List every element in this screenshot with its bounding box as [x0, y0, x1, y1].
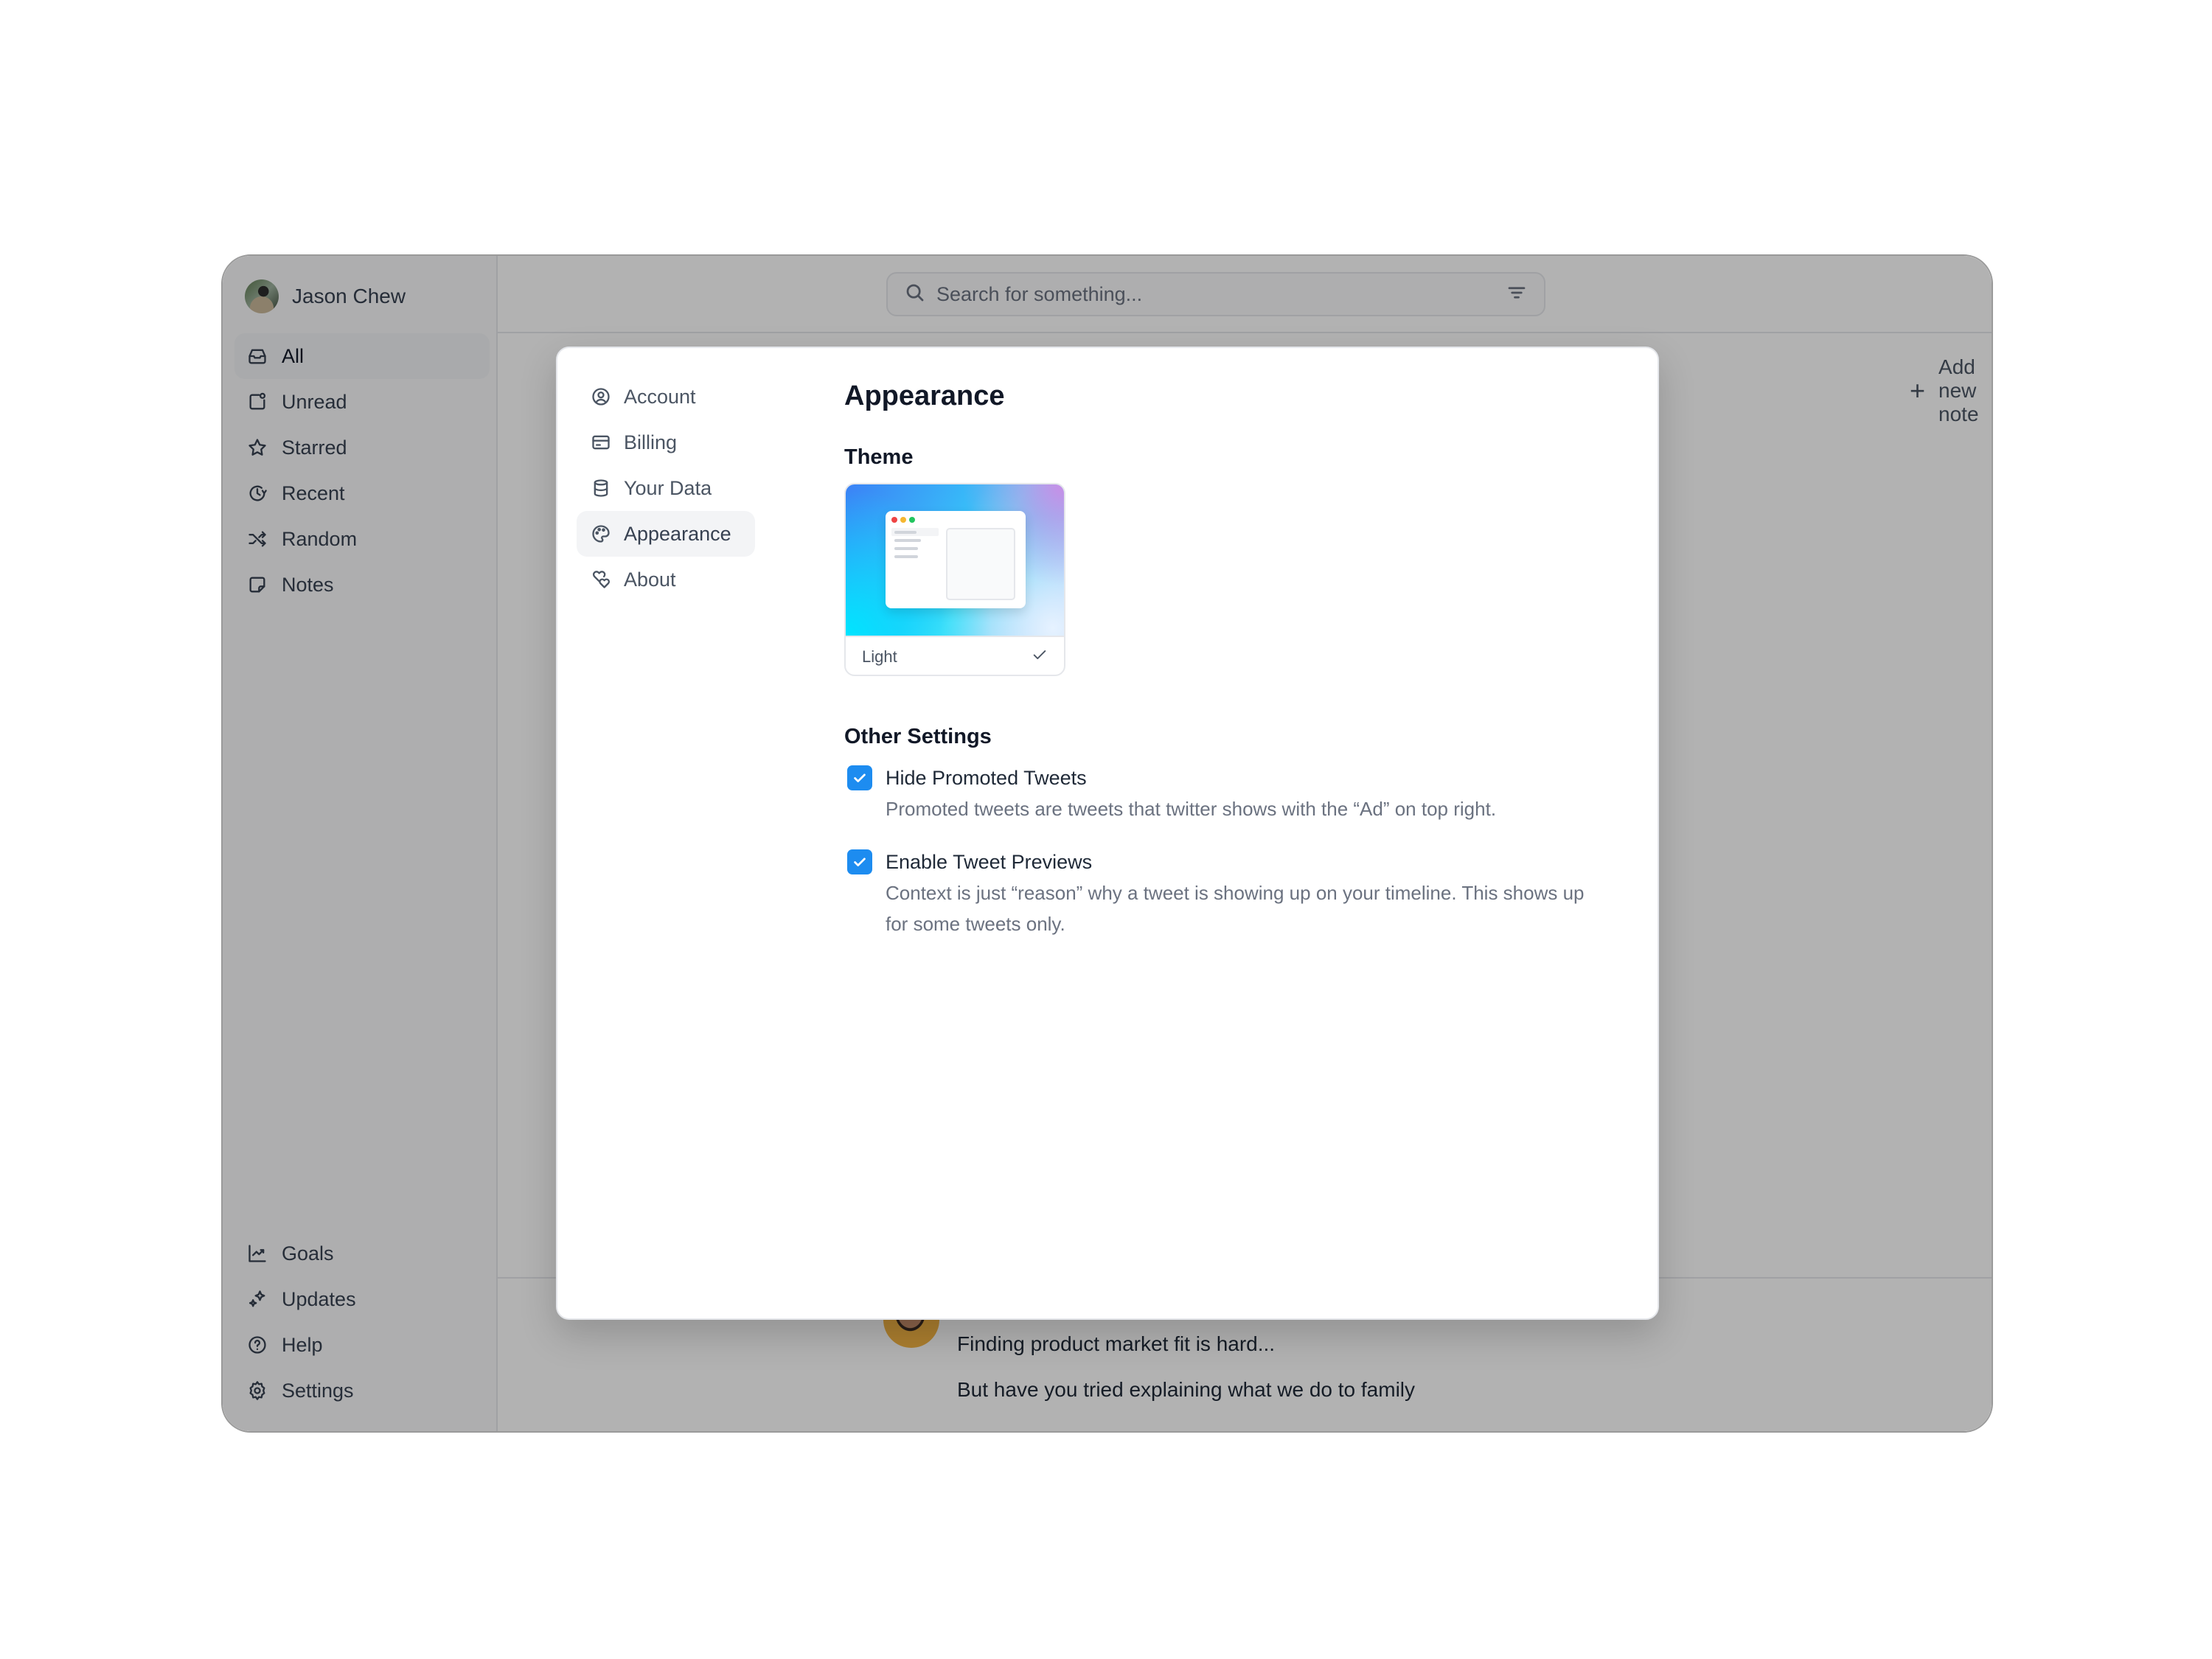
user-circle-icon — [590, 386, 612, 408]
setting-description: Promoted tweets are tweets that twitter … — [886, 798, 1497, 820]
palette-icon — [590, 523, 612, 545]
theme-section-title: Theme — [844, 445, 914, 469]
theme-preview-image — [846, 484, 1064, 636]
settings-tab-label: Appearance — [624, 522, 731, 545]
theme-option-footer: Light — [846, 636, 1064, 675]
window-dots — [891, 517, 915, 523]
settings-tab-about[interactable]: About — [577, 557, 755, 602]
setting-description: Context is just “reason” why a tweet is … — [886, 882, 1585, 935]
database-icon — [590, 477, 612, 499]
settings-tab-label: Billing — [624, 431, 678, 453]
settings-tab-account[interactable]: Account — [577, 374, 755, 420]
checkmark-icon — [854, 773, 866, 782]
settings-tab-your-data[interactable]: Your Data — [577, 465, 755, 511]
page-title: Appearance — [844, 380, 1005, 411]
setting-hide-promoted-tweets: Hide Promoted Tweets Promoted tweets are… — [844, 762, 1599, 824]
theme-option-light[interactable]: Light — [844, 483, 1065, 676]
settings-tab-billing[interactable]: Billing — [577, 420, 755, 465]
settings-tab-label: About — [624, 568, 676, 591]
setting-enable-tweet-previews: Enable Tweet Previews Context is just “r… — [844, 846, 1599, 939]
enable-tweet-previews-checkbox[interactable] — [847, 849, 872, 874]
theme-preview-window — [886, 511, 1026, 608]
settings-tab-label: Your Data — [624, 476, 712, 499]
theme-option-label: Light — [862, 647, 897, 666]
settings-tab-appearance[interactable]: Appearance — [577, 511, 755, 557]
credit-card-icon — [590, 431, 612, 453]
setting-label[interactable]: Enable Tweet Previews — [886, 846, 1599, 877]
settings-tab-label: Account — [624, 385, 696, 408]
other-settings-title: Other Settings — [844, 725, 992, 748]
hide-promoted-tweets-checkbox[interactable] — [847, 765, 872, 790]
settings-content: Appearance Theme Light Other Settings Hi… — [844, 378, 1599, 939]
hearts-icon — [590, 568, 612, 591]
settings-modal: Account Billing Your Data Appearance Abo… — [556, 347, 1659, 1320]
setting-label[interactable]: Hide Promoted Tweets — [886, 762, 1599, 793]
settings-nav: Account Billing Your Data Appearance Abo… — [577, 374, 755, 602]
checkmark-icon — [854, 858, 866, 866]
check-icon — [1032, 647, 1048, 667]
